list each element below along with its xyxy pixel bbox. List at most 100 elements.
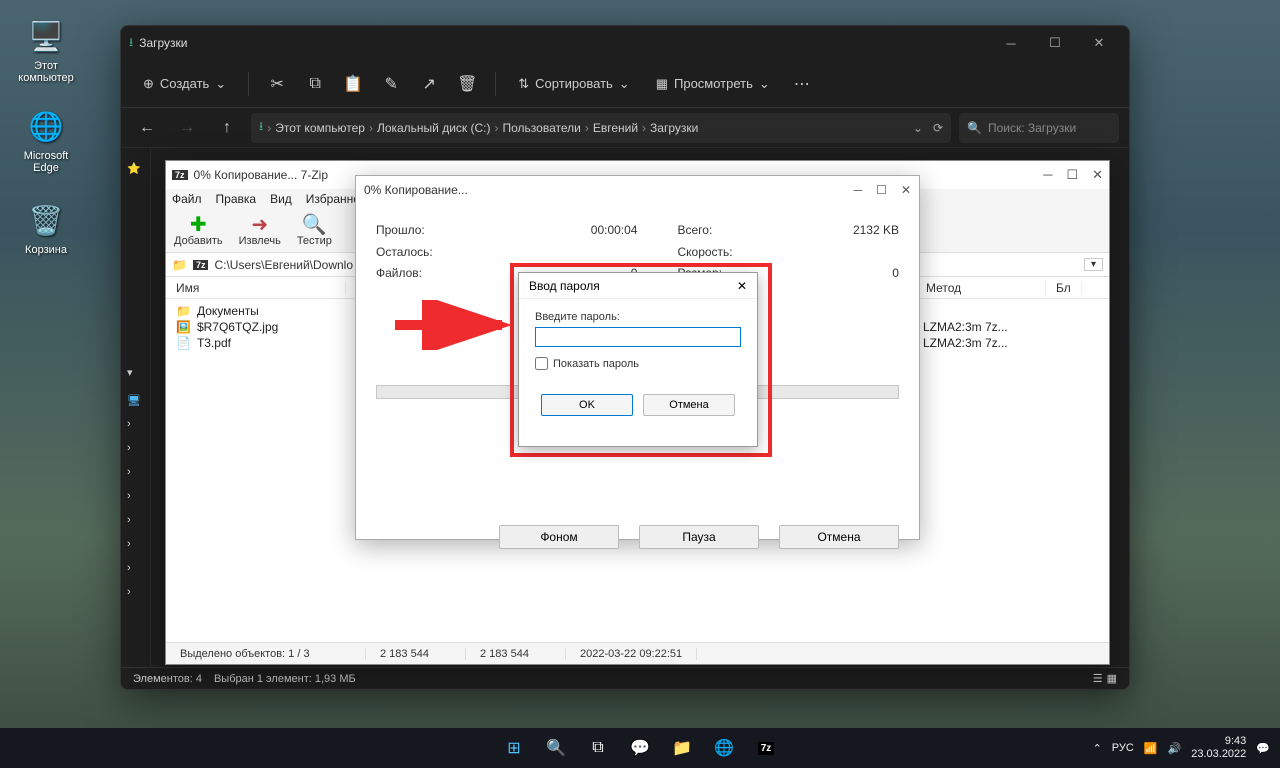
close-button[interactable]: ✕ <box>1077 28 1121 58</box>
close-button[interactable]: ✕ <box>737 279 747 293</box>
arrow-annotation <box>390 300 520 350</box>
chat-button[interactable]: 💬 <box>622 732 658 764</box>
share-button[interactable]: ↗ <box>413 68 445 100</box>
view-list-icon[interactable]: ☰ <box>1093 672 1103 685</box>
clock-time[interactable]: 9:43 <box>1191 735 1246 748</box>
edge-icon: 🌐 <box>26 106 66 146</box>
col-block[interactable]: Бл <box>1046 281 1082 295</box>
sevenzip-icon: 7z <box>193 260 209 270</box>
maximize-button[interactable]: ☐ <box>876 183 887 197</box>
col-name[interactable]: Имя <box>166 281 346 295</box>
maximize-button[interactable]: ☐ <box>1033 28 1077 58</box>
explorer-statusbar: Элементов: 4 Выбран 1 элемент: 1,93 МБ ☰… <box>121 667 1129 689</box>
background-button[interactable]: Фоном <box>499 525 619 549</box>
maximize-button[interactable]: ☐ <box>1066 167 1078 183</box>
size-value: 0 <box>768 263 899 285</box>
recycle-icon: 🗑️ <box>26 200 66 240</box>
download-icon: ⭳ <box>259 117 263 138</box>
password-label: Введите пароль: <box>535 311 741 323</box>
breadcrumb[interactable]: ⭳ › Этот компьютер› Локальный диск (C:)›… <box>251 113 951 143</box>
menu-edit[interactable]: Правка <box>216 192 257 206</box>
close-button[interactable]: ✕ <box>901 183 911 197</box>
pdf-icon: 📄 <box>176 336 191 350</box>
progress-titlebar[interactable]: 0% Копирование... ─ ☐ ✕ <box>356 176 919 204</box>
breadcrumb-segment[interactable]: Локальный диск (C:) <box>377 121 491 135</box>
desktop-icon-recycle[interactable]: 🗑️ Корзина <box>10 200 82 256</box>
wifi-icon[interactable]: 📶 <box>1144 742 1158 755</box>
taskview-button[interactable]: ⧉ <box>580 732 616 764</box>
breadcrumb-segment[interactable]: Этот компьютер <box>275 121 365 135</box>
create-button[interactable]: ⊕ Создать ⌄ <box>133 70 236 98</box>
elapsed-value: 00:00:04 <box>549 220 638 242</box>
forward-button[interactable]: → <box>171 113 203 143</box>
ok-button[interactable]: OK <box>541 394 633 416</box>
volume-icon[interactable]: 🔊 <box>1168 742 1182 755</box>
status-size2: 2 183 544 <box>466 648 566 660</box>
pause-button[interactable]: Пауза <box>639 525 759 549</box>
sevenzip-button[interactable]: 7z <box>748 732 784 764</box>
search-input[interactable]: 🔍 Поиск: Загрузки <box>959 113 1119 143</box>
search-button[interactable]: 🔍 <box>538 732 574 764</box>
view-grid-icon[interactable]: ▦ <box>1107 672 1117 685</box>
chevron-down-icon: ⌄ <box>619 76 630 92</box>
window-title: 0% Копирование... <box>364 183 468 197</box>
delete-button[interactable]: 🗑 <box>451 68 483 100</box>
explorer-titlebar[interactable]: ⭳ Загрузки ─ ☐ ✕ <box>121 26 1129 60</box>
menu-view[interactable]: Вид <box>270 192 292 206</box>
minimize-button[interactable]: ─ <box>989 28 1033 58</box>
desktop-icon-this-pc[interactable]: 🖥️ Этот компьютер <box>10 16 82 84</box>
explorer-toolbar: ⊕ Создать ⌄ ✂ ⧉ 📋 ✎ ↗ 🗑 ⇅ Сортировать ⌄ … <box>121 60 1129 108</box>
more-button[interactable]: ⋯ <box>786 68 818 100</box>
rename-button[interactable]: ✎ <box>375 68 407 100</box>
breadcrumb-segment[interactable]: Загрузки <box>650 121 698 135</box>
col-method[interactable]: Метод <box>916 281 1046 295</box>
start-button[interactable]: ⊞ <box>496 732 532 764</box>
progress-buttons: Фоном Пауза Отмена <box>356 525 919 549</box>
add-button[interactable]: ✚Добавить <box>174 215 223 247</box>
show-password-checkbox[interactable] <box>535 357 548 370</box>
test-button[interactable]: 🔍Тестир <box>297 215 332 247</box>
chevron-down-icon: ⌄ <box>759 76 770 92</box>
password-titlebar[interactable]: Ввод пароля ✕ <box>519 273 757 299</box>
minimize-button[interactable]: ─ <box>1043 167 1052 183</box>
menu-file[interactable]: Файл <box>172 192 202 206</box>
cancel-button[interactable]: Отмена <box>643 394 735 416</box>
desktop-icon-edge[interactable]: 🌐 Microsoft Edge <box>10 106 82 174</box>
desktop-icon-label: Корзина <box>25 244 67 256</box>
folder-icon: 📁 <box>176 304 191 318</box>
up-button[interactable]: ↑ <box>211 113 243 143</box>
extract-button[interactable]: ➜Извлечь <box>239 215 281 247</box>
breadcrumb-segment[interactable]: Пользователи <box>503 121 581 135</box>
remaining-label: Осталось: <box>376 242 549 264</box>
paste-button[interactable]: 📋 <box>337 68 369 100</box>
search-icon: 🔍 <box>967 121 982 135</box>
download-icon: ⭳ <box>129 33 133 54</box>
copy-button[interactable]: ⧉ <box>299 68 331 100</box>
desktop-icon-label: Этот компьютер <box>18 60 73 84</box>
password-input[interactable] <box>535 327 741 347</box>
desktop-icon-label: Microsoft Edge <box>24 150 69 174</box>
sidebar[interactable]: ⭐ ▾ 🖥 › › › › › › › › <box>121 148 151 667</box>
back-button[interactable]: ← <box>131 113 163 143</box>
chevron-down-icon[interactable]: ⌄ <box>913 121 923 135</box>
view-button[interactable]: ▦ Просмотреть ⌄ <box>646 70 780 98</box>
explorer-address-bar: ← → ↑ ⭳ › Этот компьютер› Локальный диск… <box>121 108 1129 148</box>
explorer-button[interactable]: 📁 <box>664 732 700 764</box>
chevron-up-icon[interactable]: ⌃ <box>1093 742 1102 755</box>
language-indicator[interactable]: РУС <box>1112 742 1134 754</box>
refresh-icon[interactable]: ⟳ <box>933 121 943 135</box>
breadcrumb-segment[interactable]: Евгений <box>593 121 638 135</box>
status-date: 2022-03-22 09:22:51 <box>566 648 697 660</box>
close-button[interactable]: ✕ <box>1092 167 1103 183</box>
notification-icon[interactable]: 💬 <box>1256 742 1270 755</box>
status-elements: Элементов: 4 <box>133 673 202 685</box>
password-dialog: Ввод пароля ✕ Введите пароль: Показать п… <box>518 272 758 447</box>
minimize-button[interactable]: ─ <box>854 183 863 197</box>
cut-button[interactable]: ✂ <box>261 68 293 100</box>
show-password-label: Показать пароль <box>553 358 639 370</box>
cancel-button[interactable]: Отмена <box>779 525 899 549</box>
clock-date[interactable]: 23.03.2022 <box>1191 748 1246 761</box>
edge-button[interactable]: 🌐 <box>706 732 742 764</box>
sort-button[interactable]: ⇅ Сортировать ⌄ <box>508 70 639 98</box>
dropdown-icon[interactable]: ▾ <box>1084 258 1103 271</box>
